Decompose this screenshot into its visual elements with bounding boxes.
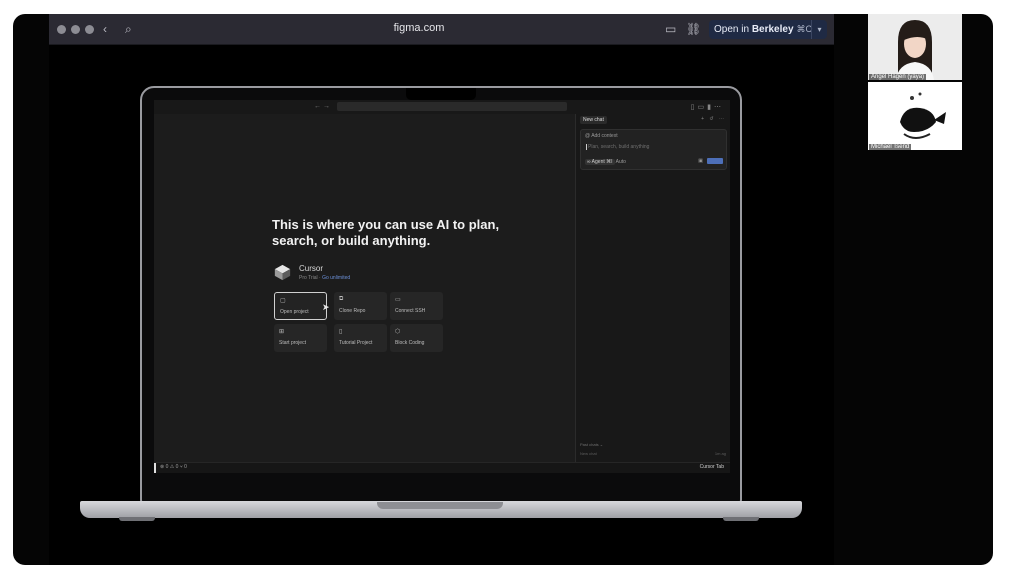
status-bar: ⊗ 0 ⚠ 0 ⑂ 0 Cursor Tab [154,462,730,473]
cursor-logo-icon [274,264,291,281]
past-chats-toggle[interactable]: Past chats ⌄ [580,442,603,447]
browser-toolbar: ‹ ⌕ figma.com ▭ ⛓ Open in Berkeley ⌘O ▾ [49,14,834,45]
past-chat-item[interactable]: New chat [580,451,597,456]
tutorial-project-tile[interactable]: ▯ Tutorial Project [334,324,387,352]
clone-icon: ⧉ [339,296,344,302]
status-accent [154,463,156,473]
go-unlimited-link[interactable]: Go unlimited [322,275,350,281]
plan-line: Pro Trial · Go unlimited [299,275,351,281]
chat-panel: New chat + ↺ ⋯ @ Add context Plan, searc… [575,114,730,462]
connect-ssh-tile[interactable]: ▭ Connect SSH [390,292,443,320]
editor-titlebar: ← → ▯▭▮⋯ [154,100,730,114]
link-icon[interactable]: ⛓ [686,22,701,36]
problems-status[interactable]: ⊗ 0 ⚠ 0 ⑂ 0 [160,464,187,470]
meeting-stage: ‹ ⌕ figma.com ▭ ⛓ Open in Berkeley ⌘O ▾ ←… [13,14,993,565]
open-in-app-name: Berkeley [751,24,794,35]
tile-label: Connect SSH [395,308,426,314]
open-project-tile[interactable]: ▢ Open project [274,292,327,320]
reader-icon[interactable]: ▭ [665,22,676,36]
laptop-foot-right [723,517,759,521]
open-in-app-button[interactable]: Open in Berkeley ⌘O ▾ [709,20,827,39]
camera-notch [406,88,476,100]
agent-mode-selector[interactable]: ∞ Agent ⌘I Auto [585,159,626,165]
laptop-lip [377,502,503,509]
tile-label: Start project [279,340,306,346]
laptop-foot-left [119,517,155,521]
window-controls[interactable] [57,25,94,34]
tile-label: Open project [280,309,309,315]
participant-name: Angel Hagen (yaya) [869,74,927,80]
participant-video-1[interactable]: Angel Hagen (yaya) [868,14,962,80]
cursor-tab-status[interactable]: Cursor Tab [700,464,724,470]
chat-input[interactable]: Plan, search, build anything [586,144,649,150]
back-icon[interactable]: ‹ [103,22,107,36]
chat-header: New chat + ↺ ⋯ [576,114,730,125]
avatar [868,14,962,80]
close-dot[interactable] [57,25,66,34]
minimize-dot[interactable] [71,25,80,34]
tile-label: Tutorial Project [339,340,373,346]
file-icon: ▢ [280,298,286,304]
start-project-tile[interactable]: ⊞ Start project [274,324,327,352]
chevron-down-icon[interactable]: ▾ [811,20,827,39]
book-icon: ▯ [339,329,343,335]
tab-new-chat[interactable]: New chat [580,116,607,124]
laptop-screen: ← → ▯▭▮⋯ This is where you can use AI to… [154,100,730,473]
plan-label: Pro Trial [299,275,318,281]
whale-avatar [868,82,962,150]
participant-video-2[interactable]: Michael Tsend [868,82,962,150]
shared-browser-window: ‹ ⌕ figma.com ▭ ⛓ Open in Berkeley ⌘O ▾ ←… [49,14,834,565]
search-icon[interactable]: ⌕ [125,22,132,36]
image-icon[interactable]: ▣ [698,158,703,164]
chat-composer[interactable]: @ Add context Plan, search, build anythi… [580,129,727,170]
welcome-headline: This is where you can use AI to plan, se… [272,217,500,248]
agent-pill[interactable]: ∞ Agent ⌘I [585,159,615,165]
app-name: Cursor [299,264,324,273]
plus-square-icon: ⊞ [279,329,285,335]
add-context-button[interactable]: @ Add context [585,133,618,139]
nav-arrows-icon[interactable]: ← → [314,103,330,110]
editor-welcome-pane: This is where you can use AI to plan, se… [154,114,575,462]
clone-repo-tile[interactable]: ⧉ Clone Repo [334,292,387,320]
past-chat-time: 1m ag [714,451,726,456]
editor-search-bar[interactable] [337,102,567,111]
open-in-label: Open in [714,24,752,35]
address-bar[interactable]: figma.com [379,22,459,34]
tile-label: Block Coding [395,340,425,346]
zoom-dot[interactable] [85,25,94,34]
tile-label: Clone Repo [339,308,366,314]
send-button[interactable] [707,158,723,164]
monitor-icon: ▭ [395,297,401,303]
layout-toggle-icons[interactable]: ▯▭▮⋯ [691,103,724,111]
cube-icon: ⬡ [395,329,401,335]
model-mode[interactable]: Auto [616,159,626,165]
laptop-lid: ← → ▯▭▮⋯ This is where you can use AI to… [140,86,742,504]
chat-actions-icons[interactable]: + ↺ ⋯ [701,116,726,122]
participant-name: Michael Tsend [869,144,912,150]
block-coding-tile[interactable]: ⬡ Block Coding [390,324,443,352]
mouse-pointer-icon: ➤ [322,302,330,312]
